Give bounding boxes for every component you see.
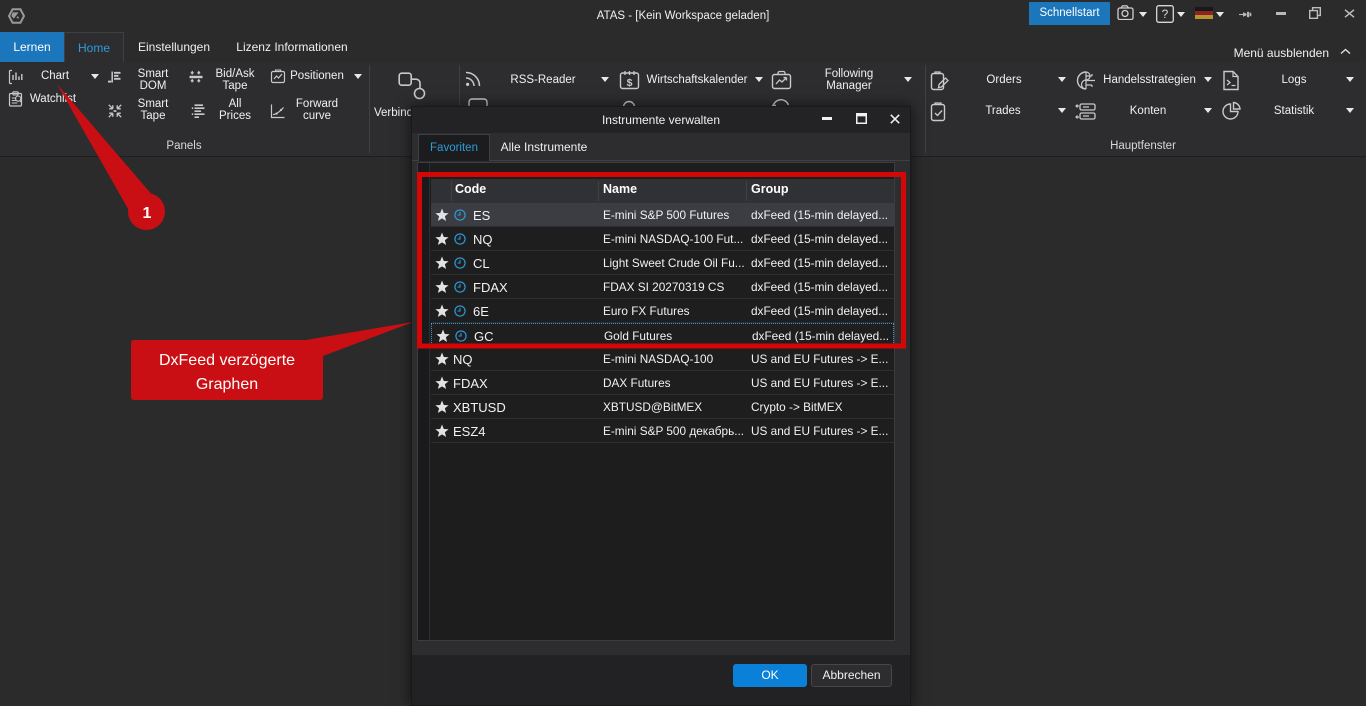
svg-text:Graphen: Graphen [196,376,258,393]
svg-text:1: 1 [143,205,152,222]
svg-text:DxFeed verzögerte: DxFeed verzögerte [159,352,295,369]
svg-text:?: ? [1162,7,1169,21]
svg-text:$: $ [627,77,633,89]
